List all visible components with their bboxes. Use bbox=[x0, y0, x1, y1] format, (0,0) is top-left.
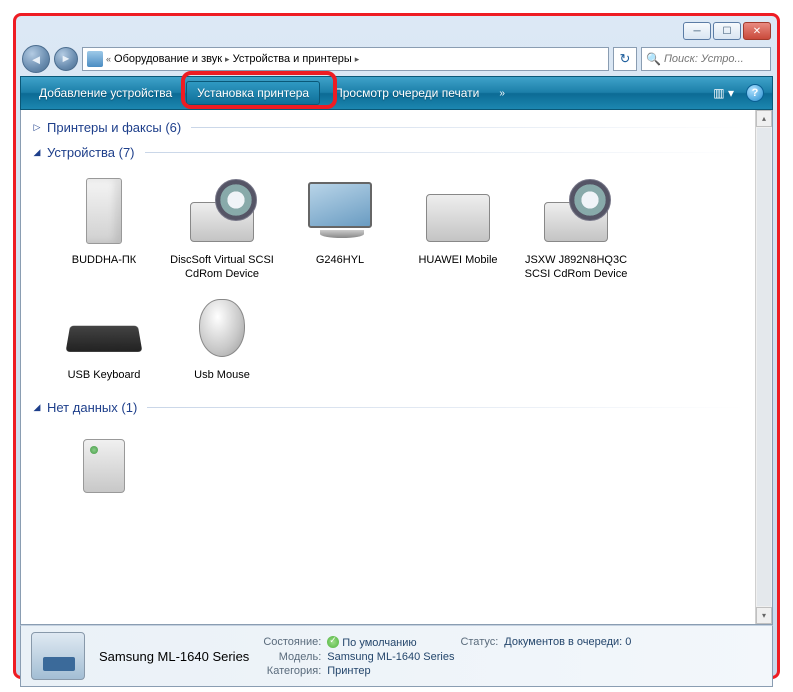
breadcrumb-sep-icon: ▸ bbox=[225, 54, 230, 65]
breadcrumb[interactable]: « Оборудование и звук ▸ Устройства и при… bbox=[82, 47, 609, 71]
device-label: JSXW J892N8HQ3C SCSI CdRom Device bbox=[519, 253, 633, 281]
device-item[interactable]: HUAWEI Mobile bbox=[401, 174, 515, 281]
device-icon bbox=[421, 174, 495, 248]
breadcrumb-sep-icon: ▸ bbox=[355, 54, 360, 65]
device-item[interactable]: G246HYL bbox=[283, 174, 397, 281]
location-icon bbox=[87, 51, 103, 67]
collapse-icon: ▷ bbox=[31, 122, 43, 133]
group-header-devices[interactable]: ◢ Устройства (7) bbox=[31, 139, 745, 164]
minimize-button[interactable]: ─ bbox=[683, 22, 711, 40]
refresh-button[interactable]: ↻ bbox=[613, 47, 637, 71]
devices-grid: BUDDHA-ПК DiscSoft Virtual SCSI CdRom Dev… bbox=[31, 164, 745, 394]
toolbar-overflow-icon[interactable]: » bbox=[493, 88, 511, 99]
help-button[interactable]: ? bbox=[746, 84, 764, 102]
expand-icon: ◢ bbox=[31, 402, 43, 413]
device-label: Usb Mouse bbox=[194, 368, 250, 382]
search-input[interactable] bbox=[664, 53, 766, 65]
category-label: Категория: bbox=[263, 665, 321, 677]
refresh-icon: ↻ bbox=[620, 51, 631, 67]
device-icon bbox=[185, 174, 259, 248]
details-title: Samsung ML-1640 Series bbox=[99, 649, 249, 664]
breadcrumb-item[interactable]: Устройства и принтеры bbox=[233, 53, 352, 65]
device-icon bbox=[67, 429, 141, 503]
group-header-printers[interactable]: ▷ Принтеры и факсы (6) bbox=[31, 114, 745, 139]
device-label: HUAWEI Mobile bbox=[418, 253, 497, 267]
view-print-queue-button[interactable]: Просмотр очереди печати bbox=[324, 82, 489, 104]
close-button[interactable]: ✕ bbox=[743, 22, 771, 40]
status-value: Документов в очереди: 0 bbox=[504, 636, 631, 648]
view-mode-button[interactable]: ▥ ▾ bbox=[713, 86, 734, 100]
maximize-button[interactable]: ☐ bbox=[713, 22, 741, 40]
group-title: Устройства (7) bbox=[47, 145, 135, 160]
breadcrumb-history-drop[interactable]: « bbox=[106, 54, 111, 64]
scroll-up-button[interactable]: ▴ bbox=[756, 110, 772, 127]
device-icon bbox=[67, 289, 141, 363]
check-icon bbox=[327, 636, 339, 648]
scroll-down-button[interactable]: ▾ bbox=[756, 607, 772, 624]
status-label: Статус: bbox=[460, 636, 498, 648]
breadcrumb-item[interactable]: Оборудование и звук bbox=[114, 53, 222, 65]
vertical-scrollbar[interactable]: ▴ ▾ bbox=[755, 110, 772, 624]
install-printer-button[interactable]: Установка принтера bbox=[186, 81, 320, 105]
device-item[interactable]: Usb Mouse bbox=[165, 289, 279, 382]
device-item[interactable] bbox=[47, 429, 161, 508]
group-title: Нет данных (1) bbox=[47, 400, 137, 415]
model-value: Samsung ML-1640 Series bbox=[327, 651, 454, 663]
content-area: ▷ Принтеры и факсы (6) ◢ Устройства (7) … bbox=[20, 110, 773, 625]
search-icon: 🔍 bbox=[646, 52, 661, 66]
device-item[interactable]: JSXW J892N8HQ3C SCSI CdRom Device bbox=[519, 174, 633, 281]
device-label: BUDDHA-ПК bbox=[72, 253, 136, 267]
group-title: Принтеры и факсы (6) bbox=[47, 120, 181, 135]
device-item[interactable]: BUDDHA-ПК bbox=[47, 174, 161, 281]
details-pane: Samsung ML-1640 Series Состояние: По умо… bbox=[20, 625, 773, 687]
toolbar: Добавление устройства Установка принтера… bbox=[20, 76, 773, 110]
navbar: ◄ ► « Оборудование и звук ▸ Устройства и… bbox=[20, 42, 773, 76]
group-header-nodata[interactable]: ◢ Нет данных (1) bbox=[31, 394, 745, 419]
back-button[interactable]: ◄ bbox=[22, 45, 50, 73]
device-icon bbox=[303, 174, 377, 248]
device-icon bbox=[67, 174, 141, 248]
device-label: G246HYL bbox=[316, 253, 364, 267]
device-label: DiscSoft Virtual SCSI CdRom Device bbox=[165, 253, 279, 281]
device-icon bbox=[185, 289, 259, 363]
device-icon bbox=[539, 174, 613, 248]
device-item[interactable]: DiscSoft Virtual SCSI CdRom Device bbox=[165, 174, 279, 281]
forward-button[interactable]: ► bbox=[54, 47, 78, 71]
search-box[interactable]: 🔍 bbox=[641, 47, 771, 71]
nodata-grid bbox=[31, 419, 745, 520]
expand-icon: ◢ bbox=[31, 147, 43, 158]
state-label: Состояние: bbox=[263, 636, 321, 648]
printer-icon bbox=[31, 632, 85, 680]
device-label: USB Keyboard bbox=[68, 368, 141, 382]
category-value: Принтер bbox=[327, 665, 454, 677]
model-label: Модель: bbox=[263, 651, 321, 663]
state-value: По умолчанию bbox=[327, 636, 454, 649]
device-item[interactable]: USB Keyboard bbox=[47, 289, 161, 382]
scroll-thumb[interactable] bbox=[757, 128, 771, 606]
add-device-button[interactable]: Добавление устройства bbox=[29, 82, 182, 104]
titlebar: ─ ☐ ✕ bbox=[20, 20, 773, 42]
